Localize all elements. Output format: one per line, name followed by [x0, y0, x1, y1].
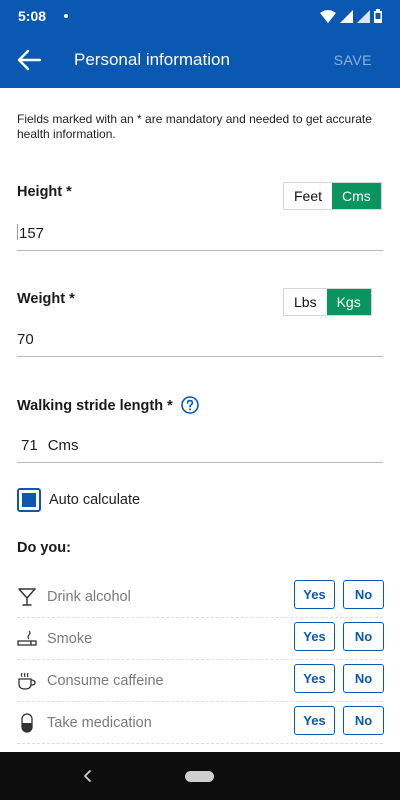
mandatory-note: Fields marked with an * are mandatory an… [17, 112, 372, 141]
height-input[interactable]: 157 [17, 224, 383, 251]
help-icon[interactable] [181, 396, 199, 414]
weight-value: 70 [17, 331, 34, 348]
coffee-cup-icon [18, 672, 36, 690]
stride-label: Walking stride length * [17, 398, 173, 414]
signal-icon-secondary [357, 9, 370, 23]
height-unit-toggle: Feet Cms [283, 182, 382, 210]
drink-alcohol-no-button[interactable]: No [343, 580, 384, 609]
status-icons [320, 9, 382, 23]
do-you-heading: Do you: [17, 540, 71, 556]
take-medication-no-button[interactable]: No [343, 706, 384, 735]
stride-unit: Cms [47, 437, 79, 454]
stride-input[interactable]: 71 Cms [17, 437, 383, 463]
auto-calculate-label: Auto calculate [49, 492, 141, 508]
height-unit-cms[interactable]: Cms [332, 183, 381, 209]
battery-icon [374, 9, 382, 23]
row-label: Smoke [47, 631, 93, 647]
list-item-consume-caffeine: Consume caffeine Yes No [0, 660, 400, 702]
smoke-no-button[interactable]: No [343, 622, 384, 651]
page-title: Personal information [74, 50, 230, 69]
row-label: Drink alcohol [47, 589, 131, 605]
consume-caffeine-yes-button[interactable]: Yes [294, 664, 335, 693]
pill-icon [21, 713, 33, 733]
row-divider [17, 743, 383, 744]
nav-home-button[interactable] [185, 771, 214, 782]
height-label: Height * [17, 184, 72, 200]
nav-back-icon[interactable] [82, 769, 92, 783]
consume-caffeine-no-button[interactable]: No [343, 664, 384, 693]
app-bar: Personal information SAVE [0, 32, 400, 88]
list-item-take-medication: Take medication Yes No [0, 702, 400, 744]
list-item-smoke: Smoke Yes No [0, 618, 400, 660]
height-unit-feet[interactable]: Feet [284, 183, 332, 209]
weight-input[interactable]: 70 [17, 331, 383, 357]
signal-icon [340, 9, 353, 23]
auto-calculate-checkbox[interactable] [17, 488, 41, 512]
smoke-yes-button[interactable]: Yes [294, 622, 335, 651]
checkbox-fill [22, 493, 36, 507]
row-label: Take medication [47, 715, 152, 731]
take-medication-yes-button[interactable]: Yes [294, 706, 335, 735]
row-label: Consume caffeine [47, 673, 164, 689]
weight-unit-toggle: Lbs Kgs [283, 288, 372, 316]
weight-unit-kgs[interactable]: Kgs [326, 289, 371, 315]
status-time: 5:08 [18, 8, 47, 24]
drink-alcohol-yes-button[interactable]: Yes [294, 580, 335, 609]
weight-label: Weight * [17, 291, 75, 307]
weight-unit-lbs[interactable]: Lbs [284, 289, 327, 315]
status-bar: 5:08 [0, 0, 400, 32]
notification-dot-icon [64, 14, 68, 18]
text-cursor [17, 224, 18, 240]
stride-value: 71 [21, 437, 38, 454]
cocktail-glass-icon [18, 588, 36, 606]
form-content: Fields marked with an * are mandatory an… [0, 88, 400, 752]
save-button[interactable]: SAVE [334, 52, 372, 68]
cigarette-icon [17, 630, 37, 646]
list-item-drink-alcohol: Drink alcohol Yes No [0, 576, 400, 618]
height-value: 157 [19, 225, 45, 242]
wifi-icon [320, 9, 336, 23]
back-arrow-icon[interactable] [16, 48, 42, 72]
system-nav-bar [0, 752, 400, 800]
